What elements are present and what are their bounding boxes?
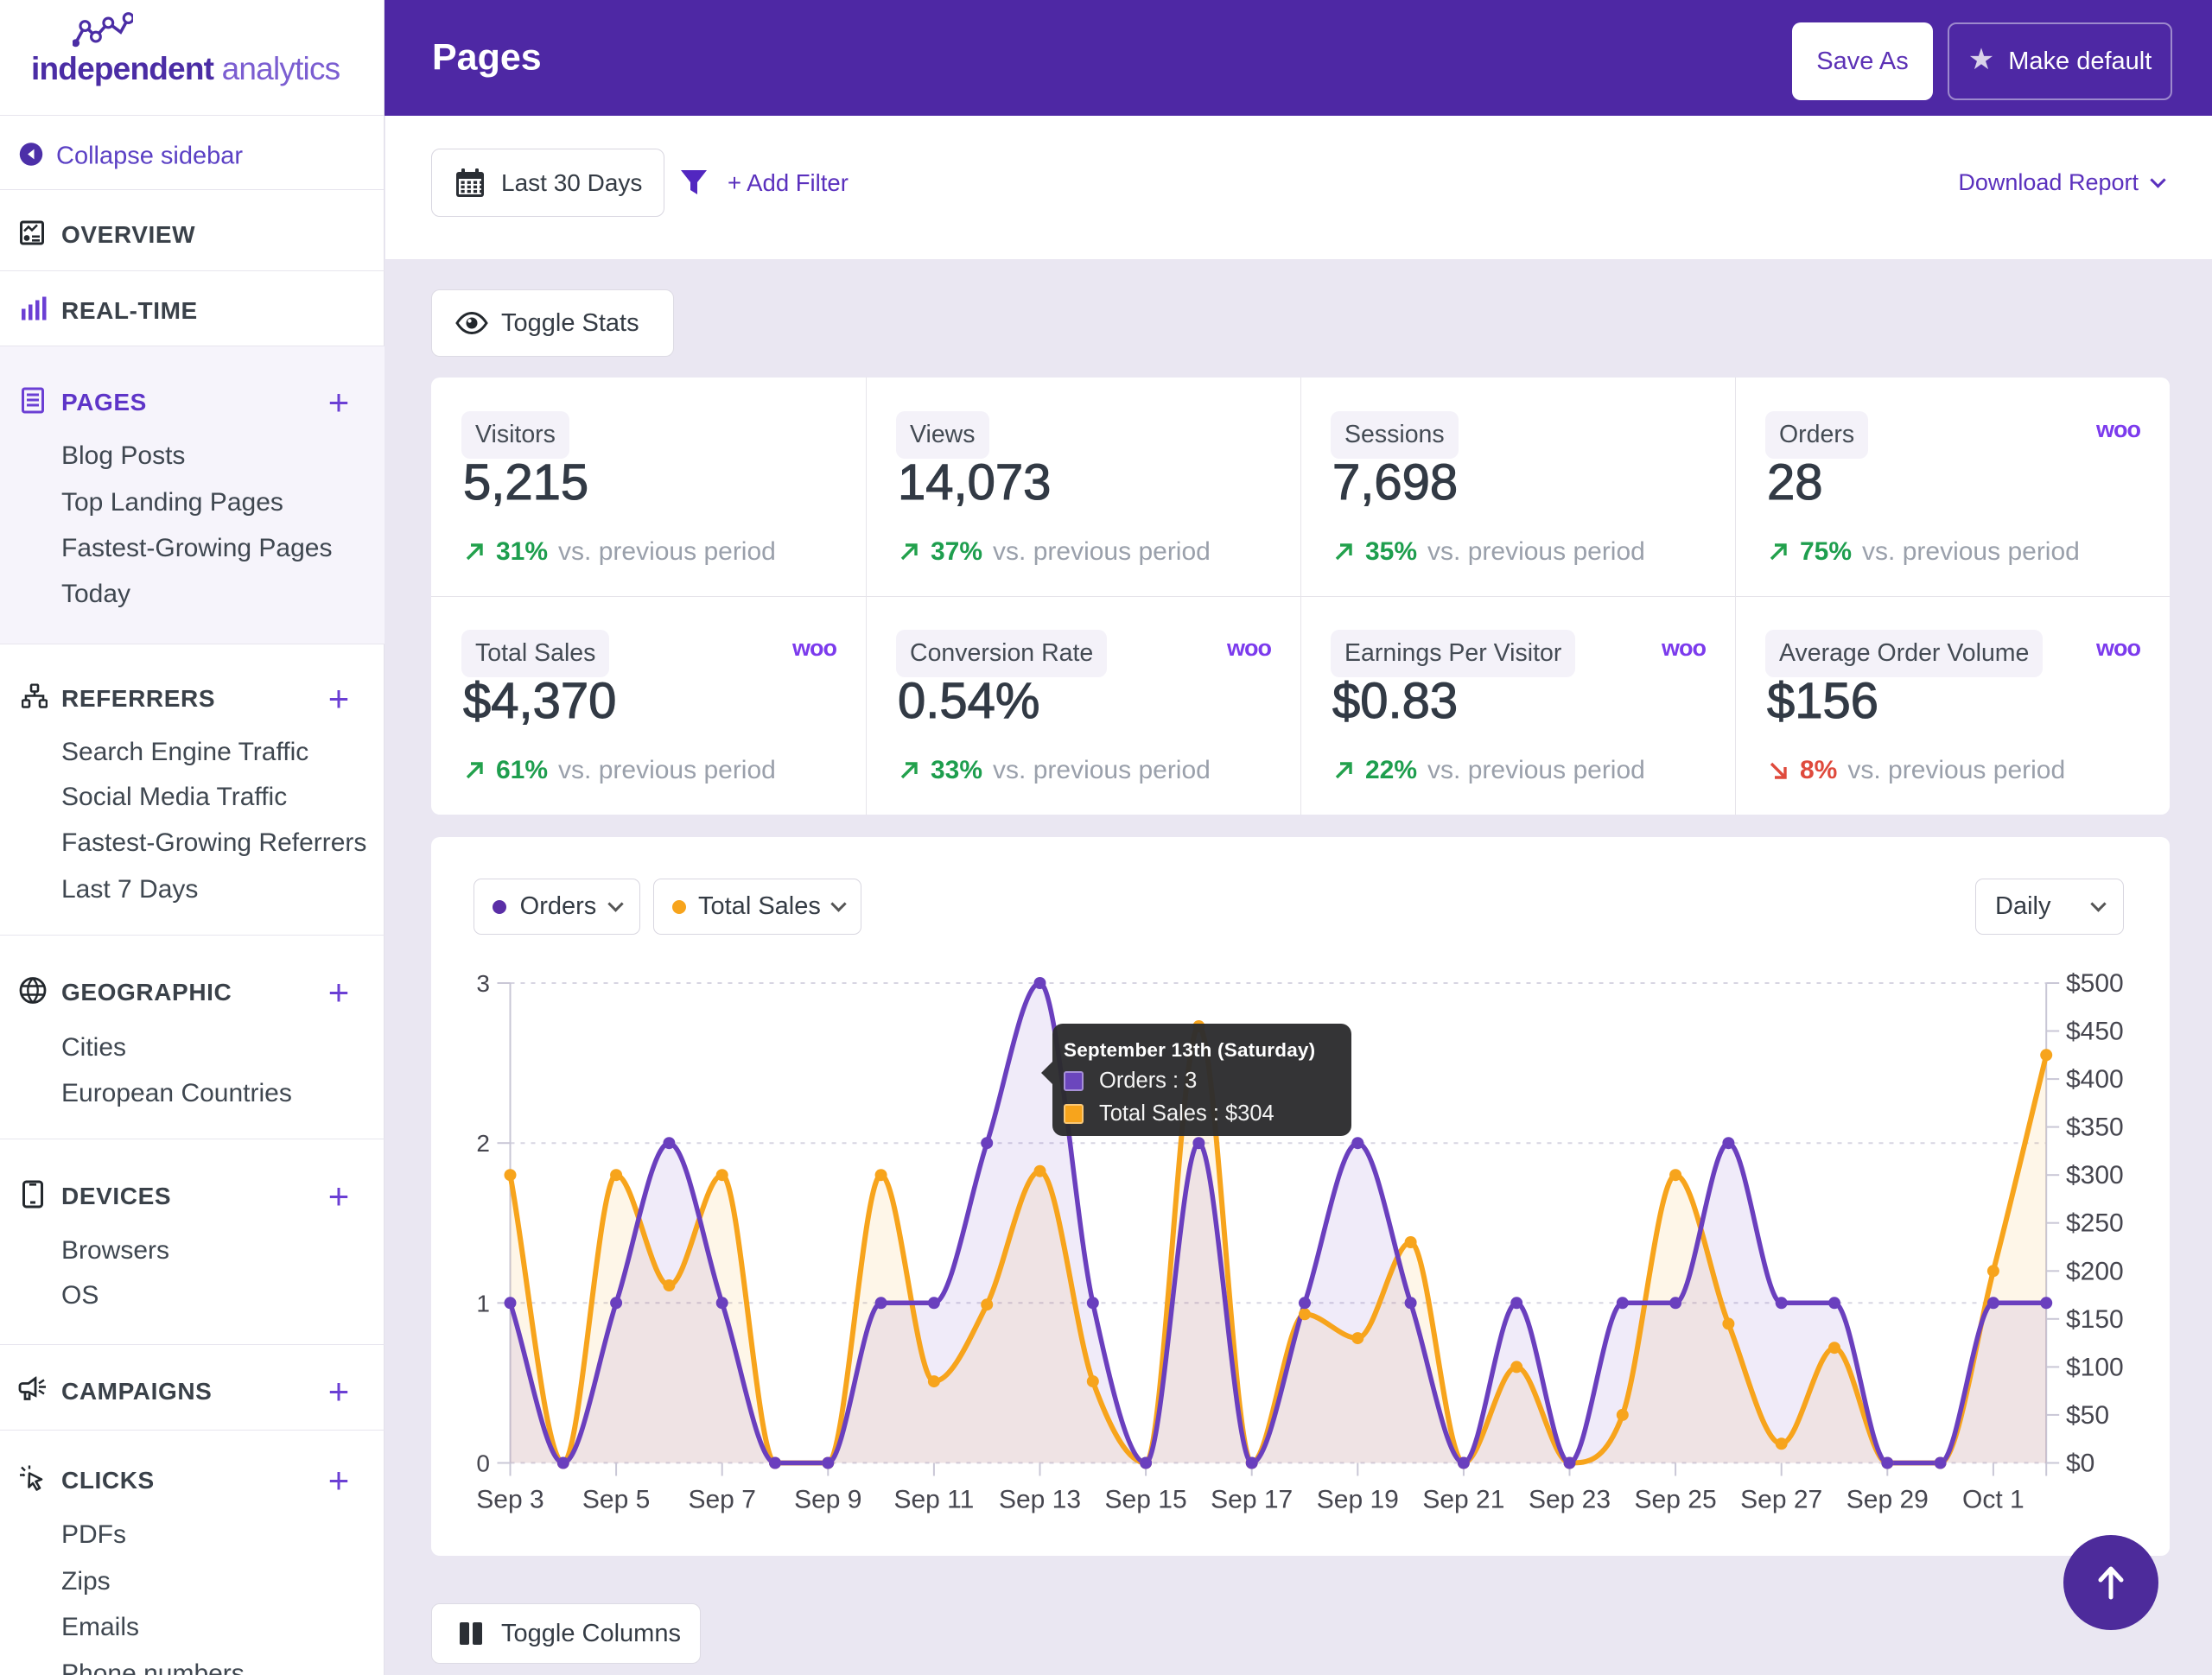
- svg-text:Sep 23: Sep 23: [1529, 1486, 1611, 1514]
- svg-text:Sep 3: Sep 3: [476, 1486, 543, 1514]
- svg-text:$150: $150: [2066, 1305, 2124, 1334]
- svg-text:$350: $350: [2066, 1113, 2124, 1142]
- svg-text:Sep 21: Sep 21: [1422, 1486, 1504, 1514]
- svg-text:Sep 27: Sep 27: [1740, 1486, 1822, 1514]
- svg-text:$450: $450: [2066, 1018, 2124, 1046]
- svg-text:$0: $0: [2066, 1450, 2094, 1478]
- svg-text:0: 0: [476, 1450, 490, 1477]
- svg-text:1: 1: [476, 1290, 490, 1317]
- svg-text:$50: $50: [2066, 1401, 2109, 1430]
- svg-text:Sep 5: Sep 5: [582, 1486, 650, 1514]
- svg-text:Oct 1: Oct 1: [1962, 1486, 2024, 1514]
- svg-text:$250: $250: [2066, 1209, 2124, 1238]
- svg-text:Sep 29: Sep 29: [1847, 1486, 1929, 1514]
- svg-text:$500: $500: [2066, 969, 2124, 998]
- svg-text:Sep 7: Sep 7: [688, 1486, 755, 1514]
- svg-text:3: 3: [476, 970, 490, 997]
- svg-text:$100: $100: [2066, 1353, 2124, 1381]
- svg-text:Sep 17: Sep 17: [1211, 1486, 1293, 1514]
- svg-text:Sep 25: Sep 25: [1635, 1486, 1717, 1514]
- svg-text:$300: $300: [2066, 1161, 2124, 1190]
- svg-text:2: 2: [476, 1130, 490, 1157]
- svg-text:Sep 11: Sep 11: [893, 1486, 974, 1514]
- svg-text:Sep 15: Sep 15: [1105, 1486, 1187, 1514]
- svg-text:$200: $200: [2066, 1257, 2124, 1285]
- svg-text:Sep 9: Sep 9: [794, 1486, 861, 1514]
- svg-text:Sep 13: Sep 13: [999, 1486, 1081, 1514]
- svg-text:$400: $400: [2066, 1065, 2124, 1094]
- svg-text:Sep 19: Sep 19: [1317, 1486, 1399, 1514]
